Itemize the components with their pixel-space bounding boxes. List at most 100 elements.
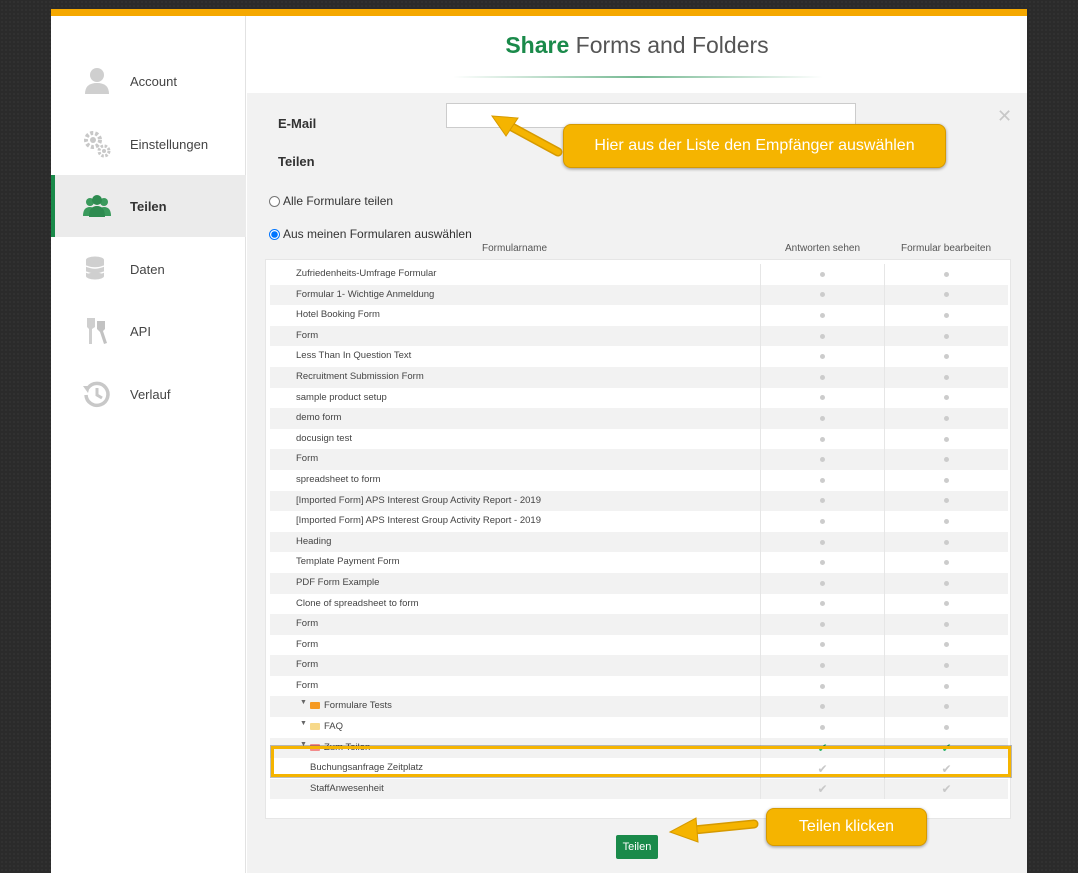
- view-responses-toggle[interactable]: ✔: [760, 778, 884, 800]
- table-row[interactable]: Form: [270, 675, 1008, 697]
- table-row[interactable]: Form: [270, 449, 1008, 470]
- view-responses-toggle[interactable]: [760, 408, 884, 429]
- table-row[interactable]: spreadsheet to form: [270, 469, 1008, 491]
- table-row[interactable]: Zufriedenheits-Umfrage Formular: [270, 264, 1008, 285]
- radio-select-forms-label: Aus meinen Formularen auswählen: [283, 227, 472, 241]
- edit-form-toggle[interactable]: [884, 366, 1008, 388]
- table-row[interactable]: StaffAnwesenheit ✔ ✔: [270, 778, 1008, 800]
- edit-form-toggle[interactable]: ✔: [884, 737, 1008, 759]
- view-responses-toggle[interactable]: [760, 490, 884, 512]
- table-row[interactable]: Buchungsanfrage Zeitplatz ✔ ✔: [270, 758, 1008, 779]
- edit-form-toggle[interactable]: [884, 449, 1008, 470]
- view-responses-toggle[interactable]: [760, 366, 884, 388]
- table-row[interactable]: Template Payment Form: [270, 552, 1008, 573]
- edit-form-toggle[interactable]: [884, 634, 1008, 656]
- close-icon[interactable]: ✕: [997, 106, 1012, 127]
- table-row[interactable]: [Imported Form] APS Interest Group Activ…: [270, 490, 1008, 512]
- edit-form-toggle[interactable]: ✔: [884, 778, 1008, 800]
- edit-form-toggle[interactable]: [884, 469, 1008, 491]
- edit-form-toggle[interactable]: [884, 717, 1008, 738]
- edit-form-toggle[interactable]: [884, 572, 1008, 594]
- folder-row[interactable]: ▼ Zum Teilen ✔ ✔: [270, 737, 1008, 759]
- view-responses-toggle[interactable]: [760, 675, 884, 697]
- table-row[interactable]: Less Than In Question Text: [270, 346, 1008, 367]
- sidebar-item-history[interactable]: Verlauf: [51, 363, 246, 425]
- view-responses-toggle[interactable]: [760, 511, 884, 532]
- sidebar-item-data[interactable]: Daten: [51, 238, 246, 300]
- edit-form-toggle[interactable]: [884, 387, 1008, 409]
- edit-form-toggle[interactable]: [884, 675, 1008, 697]
- table-row[interactable]: sample product setup: [270, 387, 1008, 409]
- table-row[interactable]: Heading: [270, 531, 1008, 553]
- view-responses-toggle[interactable]: [760, 428, 884, 450]
- edit-form-toggle[interactable]: [884, 490, 1008, 512]
- table-row[interactable]: Clone of spreadsheet to form: [270, 593, 1008, 615]
- view-responses-toggle[interactable]: [760, 305, 884, 326]
- edit-form-toggle[interactable]: [884, 428, 1008, 450]
- edit-form-toggle[interactable]: [884, 264, 1008, 285]
- radio-share-all-input[interactable]: [269, 195, 280, 207]
- table-row[interactable]: PDF Form Example: [270, 572, 1008, 594]
- unselected-dot-icon: [944, 663, 949, 669]
- folder-row[interactable]: ▼ Formulare Tests: [270, 696, 1008, 718]
- expand-arrow-icon[interactable]: ▼: [300, 699, 307, 706]
- radio-share-all[interactable]: Alle Formulare teilen: [269, 194, 393, 208]
- view-responses-toggle[interactable]: [760, 572, 884, 594]
- view-responses-toggle[interactable]: [760, 284, 884, 306]
- edit-form-toggle[interactable]: [884, 284, 1008, 306]
- view-responses-toggle[interactable]: [760, 552, 884, 573]
- radio-select-forms[interactable]: Aus meinen Formularen auswählen: [269, 227, 472, 241]
- table-row[interactable]: Form: [270, 325, 1008, 347]
- edit-form-toggle[interactable]: [884, 614, 1008, 635]
- edit-form-toggle[interactable]: [884, 511, 1008, 532]
- view-responses-toggle[interactable]: ✔: [760, 737, 884, 759]
- view-responses-toggle[interactable]: [760, 387, 884, 409]
- sidebar-item-api[interactable]: API: [51, 300, 246, 362]
- sidebar-item-account[interactable]: Account: [51, 50, 246, 112]
- edit-form-toggle[interactable]: [884, 552, 1008, 573]
- folder-row[interactable]: ▼ FAQ: [270, 717, 1008, 738]
- edit-form-toggle[interactable]: [884, 531, 1008, 553]
- table-row[interactable]: Hotel Booking Form: [270, 305, 1008, 326]
- view-responses-toggle[interactable]: [760, 634, 884, 656]
- expand-arrow-icon[interactable]: ▼: [300, 741, 307, 748]
- view-responses-toggle[interactable]: [760, 531, 884, 553]
- edit-form-toggle[interactable]: [884, 305, 1008, 326]
- share-label: Teilen: [278, 154, 315, 169]
- table-row[interactable]: docusign test: [270, 428, 1008, 450]
- view-responses-toggle[interactable]: [760, 593, 884, 615]
- edit-form-toggle[interactable]: ✔: [884, 758, 1008, 779]
- view-responses-toggle[interactable]: [760, 655, 884, 676]
- form-name: Form: [296, 679, 319, 691]
- table-row[interactable]: Form: [270, 634, 1008, 656]
- expand-arrow-icon[interactable]: ▼: [300, 720, 307, 727]
- sidebar-item-settings[interactable]: Einstellungen: [51, 113, 246, 175]
- unselected-dot-icon: [820, 292, 825, 298]
- edit-form-toggle[interactable]: [884, 408, 1008, 429]
- view-responses-toggle[interactable]: ✔: [760, 758, 884, 779]
- view-responses-toggle[interactable]: [760, 469, 884, 491]
- view-responses-toggle[interactable]: [760, 346, 884, 367]
- share-button[interactable]: Teilen: [616, 835, 658, 859]
- view-responses-toggle[interactable]: [760, 449, 884, 470]
- view-responses-toggle[interactable]: [760, 717, 884, 738]
- table-row[interactable]: [Imported Form] APS Interest Group Activ…: [270, 511, 1008, 532]
- table-row[interactable]: Form: [270, 614, 1008, 635]
- form-name: Hotel Booking Form: [296, 309, 380, 321]
- view-responses-toggle[interactable]: [760, 614, 884, 635]
- sidebar-item-share[interactable]: Teilen: [51, 175, 246, 237]
- view-responses-toggle[interactable]: [760, 325, 884, 347]
- table-row[interactable]: Formular 1- Wichtige Anmeldung: [270, 284, 1008, 306]
- view-responses-toggle[interactable]: [760, 696, 884, 718]
- edit-form-toggle[interactable]: [884, 696, 1008, 718]
- form-name: Form: [296, 329, 319, 341]
- edit-form-toggle[interactable]: [884, 325, 1008, 347]
- table-row[interactable]: demo form: [270, 408, 1008, 429]
- edit-form-toggle[interactable]: [884, 655, 1008, 676]
- radio-select-forms-input[interactable]: [269, 228, 280, 240]
- table-row[interactable]: Recruitment Submission Form: [270, 366, 1008, 388]
- edit-form-toggle[interactable]: [884, 346, 1008, 367]
- edit-form-toggle[interactable]: [884, 593, 1008, 615]
- view-responses-toggle[interactable]: [760, 264, 884, 285]
- table-row[interactable]: Form: [270, 655, 1008, 676]
